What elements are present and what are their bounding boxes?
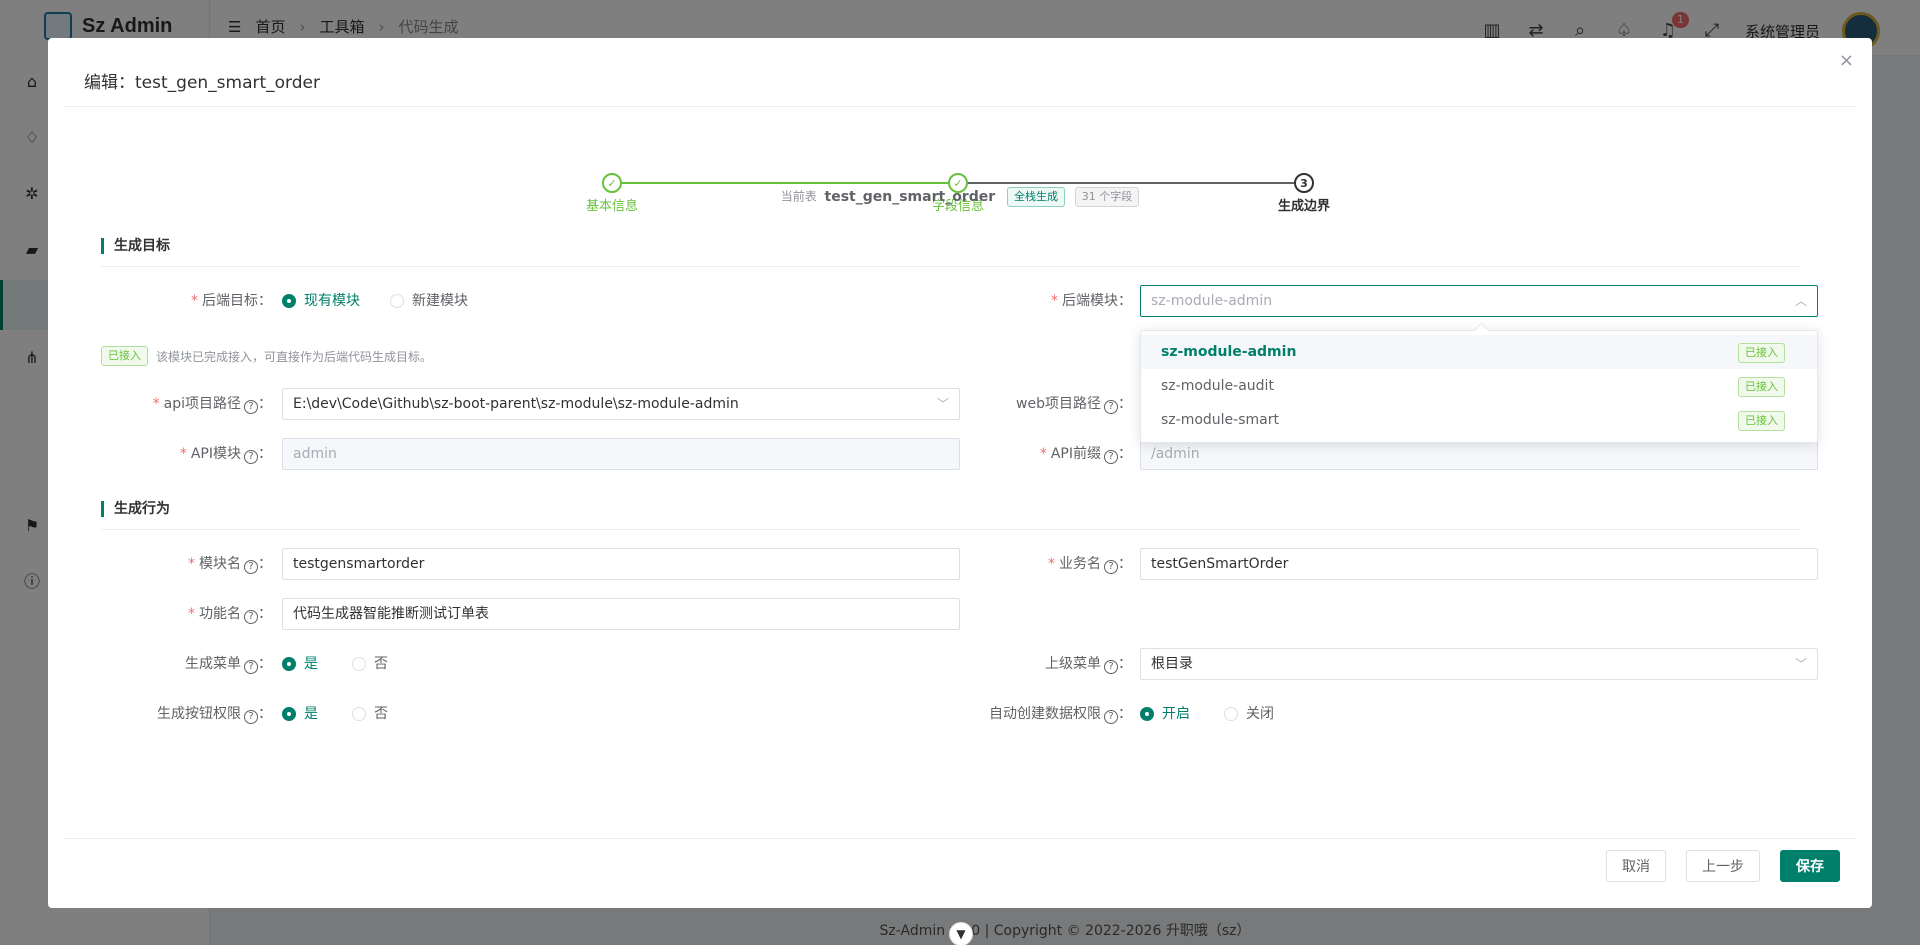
- backend-module-dropdown: sz-module-admin 已接入 sz-module-audit 已接入 …: [1140, 330, 1818, 443]
- api-path-value: E:\dev\Code\Github\sz-boot-parent\sz-mod…: [293, 396, 739, 412]
- business-name-input[interactable]: testGenSmartOrder: [1140, 548, 1818, 580]
- connected-tag: 已接入: [101, 346, 148, 366]
- api-module-input: admin: [282, 438, 960, 470]
- radio-gen-btn-perm-no[interactable]: 否: [352, 698, 388, 730]
- radio-new-module[interactable]: 新建模块: [390, 285, 468, 317]
- chevron-down-icon: ﹀: [1794, 657, 1807, 671]
- help-icon: ?: [1104, 450, 1118, 464]
- step-connector: [961, 182, 1301, 184]
- parent-menu-label: 上级菜单?：: [1045, 656, 1132, 674]
- module-hint-text: 该模块已完成接入，可直接作为后端代码生成目标。: [156, 349, 433, 364]
- connected-tag: 已接入: [1738, 343, 1785, 363]
- parent-menu-select[interactable]: 根目录 ﹀: [1140, 648, 1818, 680]
- save-button[interactable]: 保存: [1780, 850, 1840, 882]
- step-connector: [613, 182, 953, 184]
- current-table-info: 当前表 test_gen_smart_order 全栈生成 31 个字段: [48, 187, 1872, 207]
- radio-existing-module[interactable]: 现有模块: [282, 285, 360, 317]
- connected-tag: 已接入: [1738, 377, 1785, 397]
- help-icon: ?: [1104, 660, 1118, 674]
- dialog-divider: [64, 106, 1856, 107]
- connected-tag: 已接入: [1738, 411, 1785, 431]
- current-table-name: test_gen_smart_order: [824, 188, 996, 205]
- web-path-label: web项目路径?：: [1016, 396, 1132, 414]
- scroll-top-icon[interactable]: ▼: [949, 922, 973, 945]
- dropdown-option-audit[interactable]: sz-module-audit 已接入: [1141, 369, 1817, 403]
- dialog-title: 编辑：test_gen_smart_order: [84, 73, 320, 93]
- section-title-behavior: 生成行为: [101, 501, 170, 517]
- gen-menu-label: 生成菜单?：: [185, 656, 272, 674]
- help-icon: ?: [1104, 710, 1118, 724]
- dropdown-option-admin[interactable]: sz-module-admin 已接入: [1141, 335, 1817, 369]
- fullstack-tag: 全栈生成: [1006, 187, 1065, 207]
- api-module-label: * API模块?：: [179, 446, 272, 464]
- api-path-label: * api项目路径?：: [152, 396, 272, 414]
- module-hint: 已接入 该模块已完成接入，可直接作为后端代码生成目标。: [101, 346, 432, 366]
- section-title-target: 生成目标: [101, 238, 170, 254]
- gen-btn-perm-label: 生成按钮权限?：: [157, 706, 272, 724]
- help-icon: ?: [244, 610, 258, 624]
- help-icon: ?: [244, 400, 258, 414]
- cancel-button[interactable]: 取消: [1606, 850, 1666, 882]
- auto-data-perm-label: 自动创建数据权限?：: [989, 706, 1132, 724]
- dropdown-option-smart[interactable]: sz-module-smart 已接入: [1141, 403, 1817, 437]
- backend-module-placeholder: sz-module-admin: [1151, 293, 1273, 309]
- radio-auto-data-perm-on[interactable]: 开启: [1140, 698, 1190, 730]
- help-icon: ?: [244, 450, 258, 464]
- business-name-label: * 业务名?：: [1048, 556, 1132, 574]
- backend-module-label: * 后端模块：: [1051, 293, 1132, 309]
- help-icon: ?: [1104, 400, 1118, 414]
- help-icon: ?: [244, 560, 258, 574]
- steps: ✓ ✓ 3 基本信息 字段信息 生成边界: [48, 135, 1872, 214]
- api-path-select[interactable]: E:\dev\Code\Github\sz-boot-parent\sz-mod…: [282, 388, 960, 420]
- field-count-tag: 31 个字段: [1074, 187, 1140, 207]
- chevron-down-icon: ﹀: [936, 397, 949, 411]
- dialog-footer-divider: [64, 838, 1856, 839]
- edit-dialog: 编辑：test_gen_smart_order × ✓ ✓ 3 基本信息 字段信…: [48, 38, 1872, 908]
- gen-btn-perm-radio-group: 是 否: [282, 698, 388, 730]
- function-name-label: * 功能名?：: [188, 606, 272, 624]
- backend-target-radio-group: 现有模块 新建模块: [282, 285, 468, 317]
- function-name-input[interactable]: 代码生成器智能推断测试订单表: [282, 598, 960, 630]
- close-icon[interactable]: ×: [1839, 50, 1854, 71]
- auto-data-perm-radio-group: 开启 关闭: [1140, 698, 1274, 730]
- module-name-input[interactable]: testgensmartorder: [282, 548, 960, 580]
- radio-gen-menu-no[interactable]: 否: [352, 648, 388, 680]
- module-name-label: * 模块名?：: [188, 556, 272, 574]
- help-icon: ?: [1104, 560, 1118, 574]
- backend-target-label: * 后端目标：: [191, 293, 272, 309]
- parent-menu-value: 根目录: [1151, 656, 1193, 672]
- help-icon: ?: [244, 660, 258, 674]
- gen-menu-radio-group: 是 否: [282, 648, 388, 680]
- radio-gen-menu-yes[interactable]: 是: [282, 648, 318, 680]
- prev-step-button[interactable]: 上一步: [1686, 850, 1760, 882]
- api-prefix-label: * API前缀?：: [1039, 446, 1132, 464]
- section-divider: [101, 529, 1800, 530]
- backend-module-select[interactable]: sz-module-admin ︿: [1140, 285, 1818, 317]
- radio-gen-btn-perm-yes[interactable]: 是: [282, 698, 318, 730]
- current-table-label: 当前表: [780, 189, 817, 204]
- help-icon: ?: [244, 710, 258, 724]
- section-divider: [101, 266, 1800, 267]
- chevron-up-icon: ︿: [1794, 294, 1807, 308]
- radio-auto-data-perm-off[interactable]: 关闭: [1224, 698, 1274, 730]
